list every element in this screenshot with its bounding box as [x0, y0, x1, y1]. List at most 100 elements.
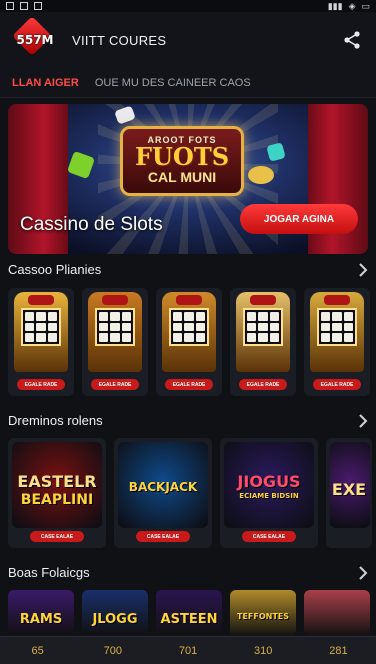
- qr-icon: [34, 2, 42, 10]
- play-pill[interactable]: CASE EALAE: [242, 531, 296, 542]
- section-title-1: Cassoo Plianies: [8, 262, 102, 277]
- slot-machine-icon: [236, 292, 290, 372]
- table-game-card[interactable]: BACKJACK CASE EALAE: [114, 438, 212, 548]
- app-bar: 557M VIITT COURES: [0, 12, 376, 68]
- slot-machine-icon: [162, 292, 216, 372]
- game-title: EXE: [331, 480, 367, 499]
- play-pill[interactable]: EGALE RADE: [165, 379, 213, 390]
- reel-symbol: [110, 312, 120, 321]
- reel-symbol: [343, 312, 353, 321]
- chevron-right-icon[interactable]: [358, 263, 368, 277]
- reel-symbol: [332, 333, 342, 342]
- slot-reels: [21, 308, 61, 346]
- reel-symbol: [321, 312, 331, 321]
- reel-symbol: [184, 333, 194, 342]
- reel-symbol: [269, 322, 279, 332]
- play-pill[interactable]: CASE EALAE: [30, 531, 84, 542]
- reel-symbol: [184, 312, 194, 321]
- app-logo[interactable]: 557M: [12, 16, 58, 60]
- play-pill[interactable]: CASE EALAE: [136, 531, 190, 542]
- category-tabs: LLAN AIGER OUE MU DES CAINEER CAOS: [0, 68, 376, 98]
- reel-symbol: [121, 312, 131, 321]
- share-icon[interactable]: [342, 30, 362, 50]
- reel-symbol: [36, 312, 46, 321]
- slot-reels: [243, 308, 283, 346]
- slot-game-card[interactable]: EGALE RADE: [8, 288, 74, 396]
- reel-symbol: [25, 322, 35, 332]
- play-now-button[interactable]: JOGAR AGINA: [240, 204, 358, 234]
- chevron-right-icon[interactable]: [358, 414, 368, 428]
- slot-machine-icon: [310, 292, 364, 372]
- slot-machine-top: [28, 295, 54, 305]
- play-pill[interactable]: EGALE RADE: [91, 379, 139, 390]
- reel-symbol: [258, 322, 268, 332]
- reel-symbol: [332, 322, 342, 332]
- slot-machine-icon: [14, 292, 68, 372]
- reel-symbol: [195, 322, 205, 332]
- banner-logo-line2: FUOTS: [134, 142, 230, 171]
- play-pill[interactable]: EGALE RADE: [313, 379, 361, 390]
- reel-symbol: [258, 312, 268, 321]
- banner-title: Cassino de Slots: [20, 214, 163, 235]
- bonus-game-card[interactable]: RAMS: [8, 590, 74, 636]
- game-title: TEFFONTES: [236, 612, 290, 621]
- reel-symbol: [47, 322, 57, 332]
- bonus-game-card[interactable]: TEFFONTES: [230, 590, 296, 636]
- reel-symbol: [47, 312, 57, 321]
- teal-gem-icon: [266, 142, 286, 162]
- bottom-bar: 65 700 701 310 281: [0, 636, 376, 664]
- game-title: ASTEEN: [160, 612, 218, 627]
- reel-symbol: [121, 333, 131, 342]
- reel-symbol: [173, 333, 183, 342]
- reel-symbol: [99, 333, 109, 342]
- reel-symbol: [110, 333, 120, 342]
- slot-machine-top: [250, 295, 276, 305]
- bottom-number: 701: [178, 644, 198, 657]
- slot-game-card[interactable]: EGALE RADE: [304, 288, 370, 396]
- reel-symbol: [247, 312, 257, 321]
- slot-reels: [169, 308, 209, 346]
- banner-logo-line3: CAL MUNI: [147, 169, 217, 185]
- tab-active[interactable]: LLAN AIGER: [12, 77, 79, 89]
- chevron-right-icon[interactable]: [358, 566, 368, 580]
- reel-symbol: [25, 333, 35, 342]
- reel-symbol: [47, 333, 57, 342]
- table-game-card[interactable]: JIOGUS ECIAME BIDSIN CASE EALAE: [220, 438, 318, 548]
- game-subtitle: BEAPLINI: [20, 492, 94, 508]
- battery-icon: ▭: [361, 0, 370, 11]
- reel-symbol: [25, 312, 35, 321]
- tab-inactive[interactable]: OUE MU DES CAINEER CAOS: [95, 77, 251, 89]
- bottom-number: 281: [329, 644, 348, 657]
- bonus-game-card[interactable]: JLOGG: [82, 590, 148, 636]
- reel-symbol: [247, 333, 257, 342]
- reel-symbol: [99, 312, 109, 321]
- game-title: JIOGUS: [237, 472, 301, 491]
- play-pill[interactable]: EGALE RADE: [17, 379, 65, 390]
- app-title: VIITT COURES: [72, 32, 167, 48]
- bottom-number: 65: [31, 644, 44, 657]
- play-pill[interactable]: EGALE RADE: [239, 379, 287, 390]
- reel-symbol: [99, 322, 109, 332]
- hero-banner[interactable]: AROOT FOTS FUOTS CAL MUNI Cassino de Slo…: [8, 104, 368, 254]
- reel-symbol: [269, 312, 279, 321]
- reel-symbol: [173, 312, 183, 321]
- slot-game-card[interactable]: EGALE RADE: [156, 288, 222, 396]
- slot-reels: [317, 308, 357, 346]
- reel-symbol: [110, 322, 120, 332]
- bottom-number: 310: [254, 644, 273, 657]
- table-game-card[interactable]: EXE: [326, 438, 372, 548]
- reel-symbol: [121, 322, 131, 332]
- reel-symbol: [321, 322, 331, 332]
- green-gem-icon: [66, 150, 96, 180]
- gold-coin-icon: [248, 166, 274, 184]
- game-title: EASTELR: [17, 472, 97, 491]
- status-bar: ▮▮▮ ◈ ▭: [0, 0, 376, 12]
- bonus-game-card[interactable]: [304, 590, 370, 636]
- slot-game-card[interactable]: EGALE RADE: [82, 288, 148, 396]
- reel-symbol: [343, 333, 353, 342]
- section-title-2: Dreminos rolens: [8, 413, 103, 428]
- slot-game-card[interactable]: EGALE RADE: [230, 288, 296, 396]
- bonus-game-card[interactable]: ASTEEN: [156, 590, 222, 636]
- table-game-card[interactable]: EASTELR BEAPLINI CASE EALAE: [8, 438, 106, 548]
- game-title: JLOGG: [92, 612, 138, 627]
